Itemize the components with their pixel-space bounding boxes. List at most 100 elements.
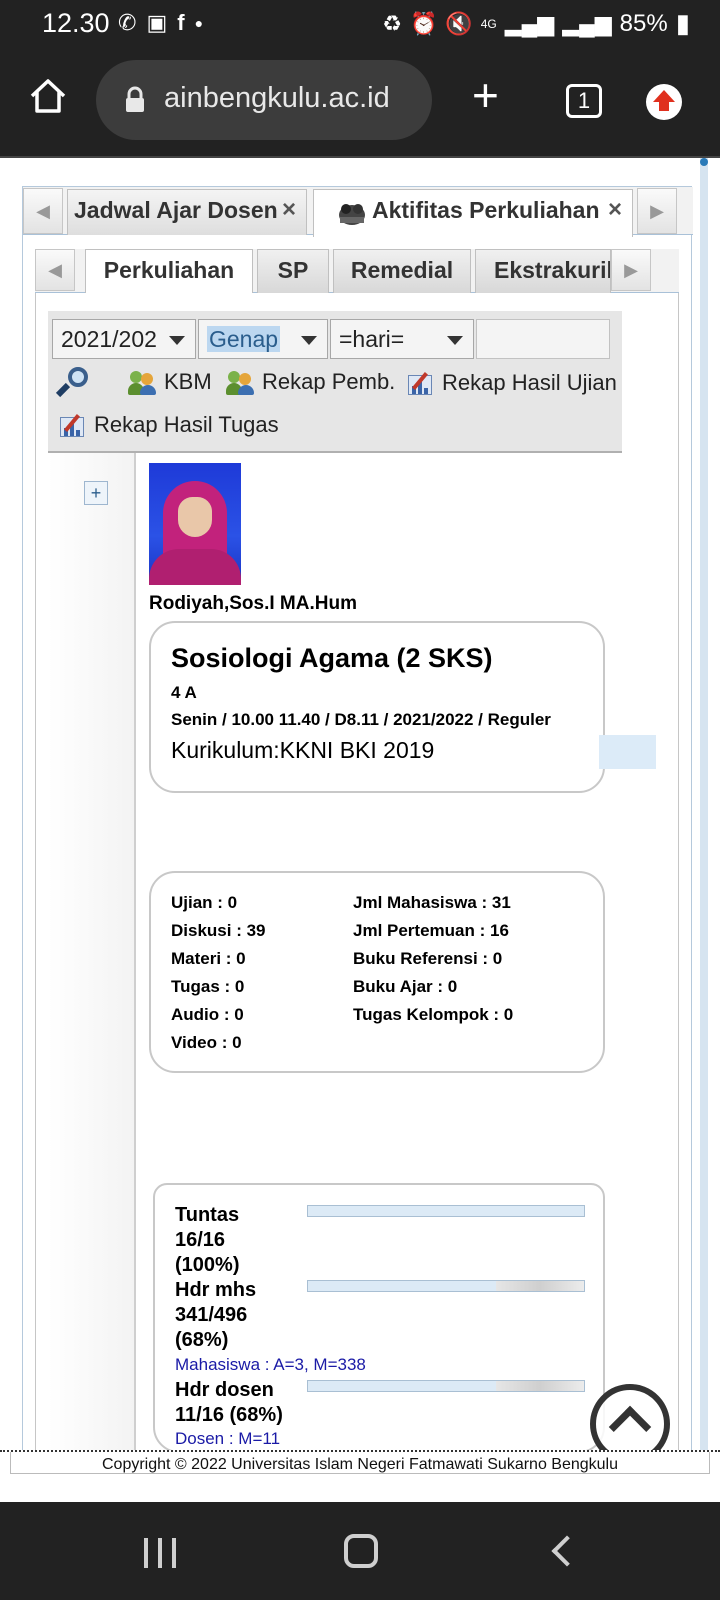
year-value: 2021/202 xyxy=(61,326,157,352)
tab-label: Aktifitas Perkuliahan xyxy=(372,197,600,223)
tab-remedial[interactable]: Remedial xyxy=(333,249,471,293)
network-label: 4G xyxy=(480,16,497,31)
recent-apps-button[interactable] xyxy=(144,1538,176,1568)
tab-close-icon[interactable]: × xyxy=(608,190,622,230)
day-value: =hari= xyxy=(339,326,405,352)
kbm-label: KBM xyxy=(164,369,212,394)
expand-button[interactable]: + xyxy=(84,481,108,505)
tab-perkuliahan[interactable]: Perkuliahan xyxy=(85,249,253,294)
rekap-hasil-ujian-label: Rekap Hasil Ujian xyxy=(442,370,617,395)
hdr-dosen-count: 11/16 (68%) xyxy=(175,1404,283,1426)
home-nav-button[interactable] xyxy=(344,1534,378,1568)
hdr-mhs-percent: (68%) xyxy=(175,1329,229,1351)
mute-icon: 🔇 xyxy=(445,10,473,36)
tab-label: Jadwal Ajar Dosen xyxy=(74,197,278,223)
tuntas-title: Tuntas xyxy=(175,1204,240,1226)
hdr-mhs-progress-bar xyxy=(307,1280,585,1292)
tabs-scroll-left-button[interactable]: ◀ xyxy=(23,188,63,234)
stat-buku-ajar: Buku Ajar : 0 xyxy=(353,977,458,996)
tab-switcher-button[interactable]: 1 xyxy=(566,84,602,118)
lecturer-photo xyxy=(149,463,241,585)
course-curriculum: Kurikulum:KKNI BKI 2019 xyxy=(171,737,435,763)
whatsapp-icon: ✆ xyxy=(118,10,137,35)
rekap-pemb-label: Rekap Pemb. xyxy=(262,369,396,394)
dot-icon: ● xyxy=(194,15,204,31)
stat-ujian: Ujian : 0 xyxy=(171,893,238,912)
progress-card: Tuntas 16/16 (100%) Hdr mhs 341/496 (68%… xyxy=(153,1183,605,1453)
tab-panel: ◀ Jadwal Ajar Dosen × Aktifitas Perkulia… xyxy=(22,186,693,1486)
tuntas-label: Tuntas 16/16 (100%) xyxy=(175,1203,239,1278)
stat-audio: Audio : 0 xyxy=(171,1005,244,1024)
system-icons: ♻ ⏰ 🔇 4G ▂▄▆ ▂▄▆ 85% ▮ xyxy=(382,8,690,39)
tuntas-progress-bar xyxy=(307,1205,585,1217)
hdr-mhs-title: Hdr mhs xyxy=(175,1279,257,1301)
hdr-mhs-label: Hdr mhs 341/496 (68%) xyxy=(175,1278,256,1353)
hdr-dosen-label: Hdr dosen 11/16 (68%) xyxy=(175,1378,283,1428)
signal-icon-2: ▂▄▆ xyxy=(562,10,612,36)
year-select[interactable]: 2021/202 xyxy=(52,319,196,359)
home-icon[interactable] xyxy=(28,76,68,116)
stat-video: Video : 0 xyxy=(171,1033,242,1052)
hdr-dosen-title: Hdr dosen xyxy=(175,1379,274,1401)
tab-jadwal-ajar-dosen[interactable]: Jadwal Ajar Dosen × xyxy=(67,189,307,235)
rekap-hasil-tugas-button[interactable]: Rekap Hasil Tugas xyxy=(58,411,279,439)
stat-tugas-kelompok: Tugas Kelompok : 0 xyxy=(353,1005,514,1024)
course-schedule: Senin / 10.00 11.40 / D8.11 / 2021/2022 … xyxy=(171,710,551,729)
tabs-scroll-right-button[interactable]: ▶ xyxy=(637,188,677,234)
tab-ekstrakuril[interactable]: Ekstrakuril xyxy=(475,249,611,293)
perkuliahan-panel: 2021/202 Genap =hari= KBM Rekap Pemb. Re… xyxy=(35,293,679,1483)
tab-aktifitas-perkuliahan[interactable]: Aktifitas Perkuliahan × xyxy=(313,189,633,237)
browser-toolbar: ainbengkulu.ac.id + 1 xyxy=(0,46,720,158)
search-input[interactable] xyxy=(476,319,610,359)
stat-buku-referensi: Buku Referensi : 0 xyxy=(353,949,503,968)
row-highlight xyxy=(599,735,656,769)
rekap-hasil-ujian-button[interactable]: Rekap Hasil Ujian xyxy=(406,369,617,397)
url-text: ainbengkulu.ac.id xyxy=(164,82,390,114)
sub-tab-strip: ◀ Perkuliahan SP Remedial Ekstrakuril ▶ xyxy=(35,249,679,294)
copyright-text: Copyright © 2022 Universitas Islam Neger… xyxy=(101,1456,619,1473)
chevron-up-icon xyxy=(608,1405,652,1449)
tab-close-icon[interactable]: × xyxy=(282,190,296,230)
chart-edit-icon xyxy=(58,411,88,439)
stat-jml-pertemuan: Jml Pertemuan : 16 xyxy=(353,921,509,940)
new-tab-button[interactable]: + xyxy=(472,72,499,118)
system-nav-bar xyxy=(0,1502,720,1600)
semester-select[interactable]: Genap xyxy=(198,319,328,359)
facebook-icon: f xyxy=(177,10,185,35)
day-select[interactable]: =hari= xyxy=(330,319,474,359)
notification-icons: ✆ ▣ f ● xyxy=(118,10,203,36)
subtabs-scroll-right-button[interactable]: ▶ xyxy=(611,249,651,291)
lock-icon xyxy=(126,86,144,112)
hdr-dosen-progress-bar xyxy=(307,1380,585,1392)
alarm-icon: ⏰ xyxy=(409,10,438,36)
search-button[interactable] xyxy=(55,365,92,399)
rekap-pemb-button[interactable]: Rekap Pemb. xyxy=(226,369,395,395)
tuntas-count: 16/16 xyxy=(175,1229,226,1251)
subtabs-scroll-left-button[interactable]: ◀ xyxy=(35,249,75,291)
page-scrollbar[interactable] xyxy=(700,158,708,1478)
status-bar: 12.30 ✆ ▣ f ● ♻ ⏰ 🔇 4G ▂▄▆ ▂▄▆ 85% ▮ xyxy=(0,0,720,46)
url-bar[interactable]: ainbengkulu.ac.id xyxy=(96,60,432,140)
stat-tugas: Tugas : 0 xyxy=(171,977,245,996)
back-button[interactable] xyxy=(551,1535,583,1567)
hdr-mhs-detail: Mahasiswa : A=3, M=338 xyxy=(175,1355,366,1374)
filter-toolbar: 2021/202 Genap =hari= KBM Rekap Pemb. Re… xyxy=(48,311,622,453)
course-card: Sosiologi Agama (2 SKS) 4 A Senin / 10.0… xyxy=(149,621,605,793)
main-tab-strip: ◀ Jadwal Ajar Dosen × Aktifitas Perkulia… xyxy=(23,187,693,237)
course-title: Sosiologi Agama (2 SKS) xyxy=(171,643,493,673)
users-icon xyxy=(128,369,158,395)
battery-percent: 85% xyxy=(619,9,668,37)
hdr-mhs-count: 341/496 xyxy=(175,1304,248,1326)
kbm-button[interactable]: KBM xyxy=(128,369,212,395)
recycle-icon: ♻ xyxy=(382,10,402,36)
hdr-dosen-detail: Dosen : M=11 xyxy=(175,1429,281,1448)
update-icon[interactable] xyxy=(646,84,682,120)
users-icon xyxy=(226,369,256,395)
semester-value: Genap xyxy=(207,326,281,352)
stats-card: Ujian : 0 Diskusi : 39 Materi : 0 Tugas … xyxy=(149,871,605,1073)
web-page: ◀ Jadwal Ajar Dosen × Aktifitas Perkulia… xyxy=(0,158,720,1500)
tab-sp[interactable]: SP xyxy=(257,249,329,293)
stat-diskusi: Diskusi : 39 xyxy=(171,921,266,940)
battery-icon: ▮ xyxy=(675,8,690,38)
tuntas-percent: (100%) xyxy=(175,1254,240,1276)
